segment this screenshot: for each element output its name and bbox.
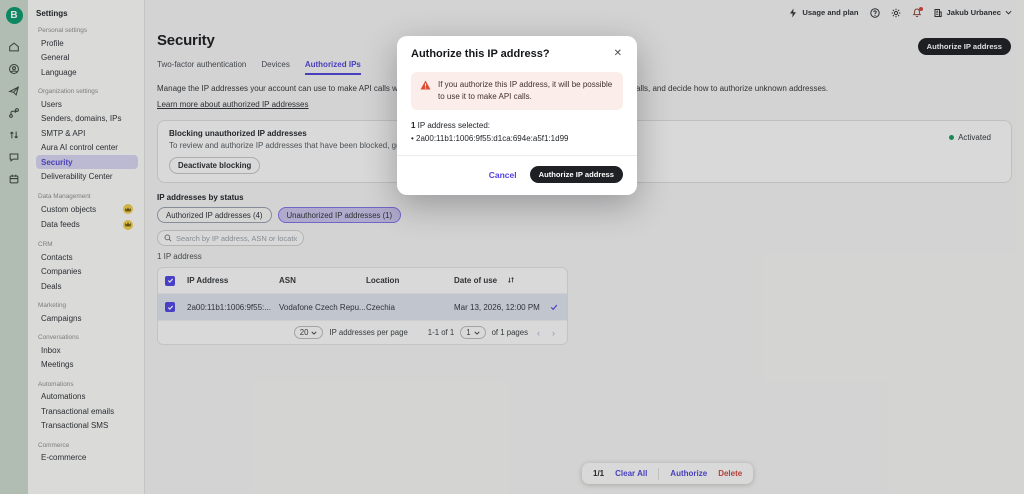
- app-window: B Settings Personal settings Profile Gen…: [0, 0, 1024, 494]
- warning-banner: If you authorize this IP address, it wil…: [411, 72, 623, 110]
- selected-ip: 2a00:11b1:1006:9f55:d1ca:694e:a5f1:1d99: [411, 134, 623, 143]
- modal-title: Authorize this IP address?: [411, 48, 550, 60]
- divider: [397, 155, 637, 156]
- selected-summary: 1 IP address selected:: [411, 121, 623, 130]
- close-icon[interactable]: ✕: [613, 48, 623, 60]
- warning-triangle-icon: [420, 80, 431, 90]
- cancel-button[interactable]: Cancel: [489, 170, 517, 180]
- warning-text: If you authorize this IP address, it wil…: [438, 79, 614, 103]
- confirm-authorize-button[interactable]: Authorize IP address: [530, 166, 623, 183]
- authorize-ip-modal: Authorize this IP address? ✕ If you auth…: [397, 36, 637, 195]
